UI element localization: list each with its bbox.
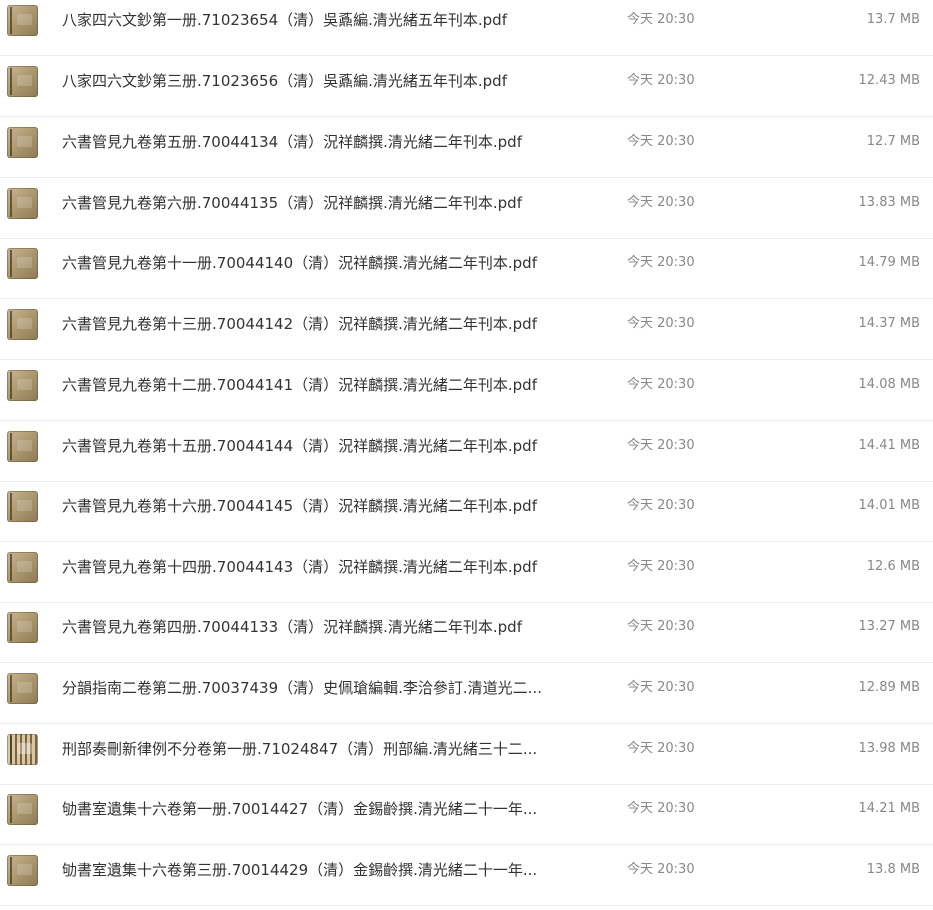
file-name[interactable]: 六書管見九卷第六册.70044135（清）況祥麟撰.清光緒二年刊本.pdf	[62, 193, 572, 213]
file-modified-time: 今天 20:30	[627, 134, 695, 149]
file-modified-time: 今天 20:30	[627, 73, 695, 88]
file-name[interactable]: 八家四六文鈔第一册.71023654（清）吳鼒編.清光緒五年刊本.pdf	[62, 10, 572, 30]
file-modified-time: 今天 20:30	[627, 255, 695, 270]
file-row[interactable]: 六書管見九卷第六册.70044135（清）況祥麟撰.清光緒二年刊本.pdf 今天…	[0, 178, 933, 239]
file-modified-time: 今天 20:30	[627, 680, 695, 695]
pdf-thumbnail-icon	[7, 5, 38, 36]
file-row[interactable]: 劬書室遺集十六卷第一册.70014427（清）金錫齡撰.清光緒二十一年... 今…	[0, 784, 933, 845]
file-size: 13.27 MB	[858, 619, 920, 634]
file-size: 14.37 MB	[858, 316, 920, 331]
pdf-thumbnail-icon	[7, 370, 38, 401]
pdf-thumbnail-icon	[7, 309, 38, 340]
file-name[interactable]: 六書管見九卷第十六册.70044145（清）況祥麟撰.清光緒二年刊本.pdf	[62, 496, 572, 516]
file-modified-time: 今天 20:30	[627, 377, 695, 392]
file-modified-time: 今天 20:30	[627, 619, 695, 634]
file-modified-time: 今天 20:30	[627, 862, 695, 877]
file-modified-time: 今天 20:30	[627, 195, 695, 210]
file-row[interactable]: 劬書室遺集十六卷第三册.70014429（清）金錫齡撰.清光緒二十一年... 今…	[0, 845, 933, 906]
file-row[interactable]: 六書管見九卷第四册.70044133（清）況祥麟撰.清光緒二年刊本.pdf 今天…	[0, 602, 933, 663]
file-size: 14.01 MB	[858, 498, 920, 513]
file-size: 14.79 MB	[858, 255, 920, 270]
pdf-thumbnail-icon	[7, 794, 38, 825]
pdf-thumbnail-icon	[7, 673, 38, 704]
file-size: 12.6 MB	[866, 559, 920, 574]
file-name[interactable]: 六書管見九卷第十四册.70044143（清）況祥麟撰.清光緒二年刊本.pdf	[62, 557, 572, 577]
file-size: 13.83 MB	[858, 195, 920, 210]
file-name[interactable]: 劬書室遺集十六卷第一册.70014427（清）金錫齡撰.清光緒二十一年...	[62, 799, 572, 819]
file-size: 14.08 MB	[858, 377, 920, 392]
file-modified-time: 今天 20:30	[627, 801, 695, 816]
file-row[interactable]: 分韻指南二卷第二册.70037439（清）史佩瑲編輯.李洽參訂.清道光二... …	[0, 663, 933, 724]
file-modified-time: 今天 20:30	[627, 316, 695, 331]
pdf-thumbnail-icon	[7, 248, 38, 279]
file-row[interactable]: 六書管見九卷第十一册.70044140（清）況祥麟撰.清光緒二年刊本.pdf 今…	[0, 238, 933, 299]
file-row[interactable]: 六書管見九卷第五册.70044134（清）況祥麟撰.清光緒二年刊本.pdf 今天…	[0, 117, 933, 178]
pdf-thumbnail-icon	[7, 127, 38, 158]
file-row[interactable]: 六書管見九卷第十五册.70044144（清）況祥麟撰.清光緒二年刊本.pdf 今…	[0, 421, 933, 482]
file-modified-time: 今天 20:30	[627, 559, 695, 574]
pdf-thumbnail-icon	[7, 431, 38, 462]
file-row[interactable]: 六書管見九卷第十三册.70044142（清）況祥麟撰.清光緒二年刊本.pdf 今…	[0, 299, 933, 360]
file-size: 12.7 MB	[866, 134, 920, 149]
file-modified-time: 今天 20:30	[627, 12, 695, 27]
file-row[interactable]: 六書管見九卷第十二册.70044141（清）況祥麟撰.清光緒二年刊本.pdf 今…	[0, 360, 933, 421]
pdf-thumbnail-ornate-icon	[7, 734, 38, 765]
pdf-thumbnail-icon	[7, 552, 38, 583]
file-row[interactable]: 八家四六文鈔第三册.71023656（清）吳鼒編.清光緒五年刊本.pdf 今天 …	[0, 56, 933, 117]
file-name[interactable]: 劬書室遺集十六卷第三册.70014429（清）金錫齡撰.清光緒二十一年...	[62, 860, 572, 880]
file-size: 12.89 MB	[858, 680, 920, 695]
file-modified-time: 今天 20:30	[627, 741, 695, 756]
file-name[interactable]: 六書管見九卷第五册.70044134（清）況祥麟撰.清光緒二年刊本.pdf	[62, 132, 572, 152]
file-list: 八家四六文鈔第一册.71023654（清）吳鼒編.清光緒五年刊本.pdf 今天 …	[0, 0, 933, 910]
file-name[interactable]: 刑部奏刪新律例不分卷第一册.71024847（清）刑部編.清光緒三十二...	[62, 739, 572, 759]
file-row[interactable]: 六書管見九卷第十六册.70044145（清）況祥麟撰.清光緒二年刊本.pdf 今…	[0, 481, 933, 542]
pdf-thumbnail-icon	[7, 612, 38, 643]
pdf-thumbnail-icon	[7, 855, 38, 886]
file-modified-time: 今天 20:30	[627, 438, 695, 453]
file-size: 14.21 MB	[858, 801, 920, 816]
file-size: 13.8 MB	[866, 862, 920, 877]
file-row[interactable]: 刑部奏刪新律例不分卷第一册.71024847（清）刑部編.清光緒三十二... 今…	[0, 724, 933, 785]
file-size: 13.98 MB	[858, 741, 920, 756]
pdf-thumbnail-icon	[7, 66, 38, 97]
file-size: 13.7 MB	[866, 12, 920, 27]
file-name[interactable]: 六書管見九卷第四册.70044133（清）況祥麟撰.清光緒二年刊本.pdf	[62, 617, 572, 637]
file-row[interactable]: 八家四六文鈔第一册.71023654（清）吳鼒編.清光緒五年刊本.pdf 今天 …	[0, 0, 933, 56]
file-name[interactable]: 八家四六文鈔第三册.71023656（清）吳鼒編.清光緒五年刊本.pdf	[62, 71, 572, 91]
file-name[interactable]: 六書管見九卷第十三册.70044142（清）況祥麟撰.清光緒二年刊本.pdf	[62, 314, 572, 334]
pdf-thumbnail-icon	[7, 188, 38, 219]
file-size: 14.41 MB	[858, 438, 920, 453]
file-name[interactable]: 六書管見九卷第十一册.70044140（清）況祥麟撰.清光緒二年刊本.pdf	[62, 253, 572, 273]
file-size: 12.43 MB	[858, 73, 920, 88]
file-name[interactable]: 六書管見九卷第十五册.70044144（清）況祥麟撰.清光緒二年刊本.pdf	[62, 436, 572, 456]
file-name[interactable]: 分韻指南二卷第二册.70037439（清）史佩瑲編輯.李洽參訂.清道光二...	[62, 678, 572, 698]
file-name[interactable]: 六書管見九卷第十二册.70044141（清）況祥麟撰.清光緒二年刊本.pdf	[62, 375, 572, 395]
file-row[interactable]: 六書管見九卷第十四册.70044143（清）況祥麟撰.清光緒二年刊本.pdf 今…	[0, 542, 933, 603]
file-modified-time: 今天 20:30	[627, 498, 695, 513]
pdf-thumbnail-icon	[7, 491, 38, 522]
